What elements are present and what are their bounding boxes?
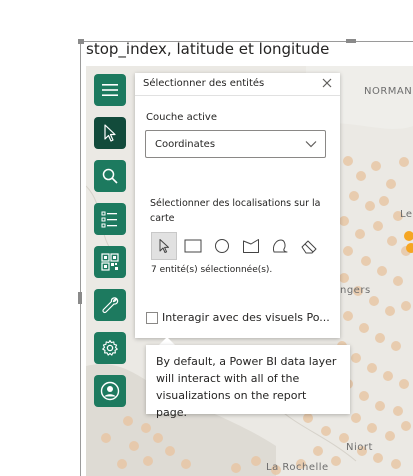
map-label-la-rochelle: La Rochelle — [266, 462, 329, 473]
search-icon — [102, 168, 118, 184]
layers-button[interactable] — [94, 246, 126, 278]
panel-header: Sélectionner des entités — [135, 73, 340, 96]
menu-button[interactable] — [94, 74, 126, 106]
tools-button[interactable] — [94, 289, 126, 321]
polygon-tool[interactable] — [238, 232, 264, 260]
filter-list-button[interactable] — [94, 203, 126, 235]
menu-icon — [102, 84, 118, 96]
map-label-niort: Niort — [346, 442, 373, 453]
map-label-normandie: NORMAN — [364, 86, 413, 97]
wrench-icon — [102, 297, 119, 314]
lasso-tool-icon — [273, 239, 288, 253]
interact-visuals-option[interactable]: Interagir avec des visuels Po... — [146, 311, 336, 327]
circle-tool-icon — [215, 239, 229, 253]
list-filter-icon — [101, 211, 117, 228]
lasso-tool[interactable] — [267, 232, 293, 260]
select-entities-panel: Sélectionner des entités Couche active C… — [135, 73, 340, 338]
map-label-le: Le — [400, 209, 413, 220]
qr-layers-icon — [101, 253, 119, 271]
interact-tooltip: By default, a Power BI data layer will i… — [146, 345, 350, 419]
active-layer-value: Coordinates — [155, 139, 216, 150]
select-entities-button[interactable] — [94, 117, 126, 149]
map-label-angers: ngers — [340, 285, 371, 296]
eraser-tool-icon — [301, 240, 317, 254]
tooltip-arrow — [159, 337, 175, 345]
resize-handle-top-left[interactable] — [78, 39, 84, 44]
interact-visuals-label: Interagir avec des visuels Po... — [162, 311, 330, 324]
polygon-tool-icon — [243, 239, 259, 253]
gear-icon — [102, 339, 118, 356]
user-icon — [100, 381, 120, 401]
close-icon[interactable] — [321, 77, 333, 89]
select-locations-label: Sélectionner des localisations sur la ca… — [150, 198, 321, 224]
search-button[interactable] — [94, 160, 126, 192]
visual-title: stop_index, latitude et longitude — [86, 40, 330, 58]
selection-count: 7 entité(s) sélectionnée(s). — [151, 265, 273, 275]
resize-handle-left[interactable] — [78, 292, 82, 304]
pointer-tool-icon — [159, 239, 169, 253]
visual-border-left — [80, 41, 81, 476]
selection-tools — [151, 232, 331, 260]
chevron-down-icon — [305, 141, 317, 148]
active-layer-label: Couche active — [146, 112, 218, 123]
cursor-icon — [104, 124, 116, 142]
account-button[interactable] — [94, 375, 126, 407]
eraser-tool[interactable] — [296, 232, 322, 260]
circle-tool[interactable] — [209, 232, 235, 260]
settings-button[interactable] — [94, 332, 126, 364]
interact-visuals-checkbox[interactable] — [146, 312, 158, 324]
pointer-tool[interactable] — [151, 232, 177, 260]
rectangle-tool[interactable] — [180, 232, 206, 260]
panel-title: Sélectionner des entités — [143, 78, 265, 89]
rectangle-tool-icon — [184, 239, 202, 253]
active-layer-dropdown[interactable]: Coordinates — [145, 130, 326, 158]
